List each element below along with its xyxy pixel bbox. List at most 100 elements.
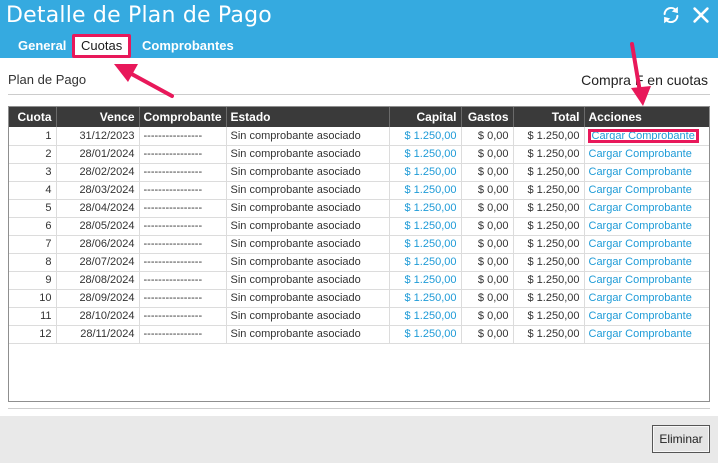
cell-comprobante: ---------------- [139, 181, 227, 200]
cell-gastos: $ 0,00 [461, 235, 514, 254]
cell-capital: $ 1.250,00 [389, 199, 462, 218]
cell-comprobante: ---------------- [139, 199, 227, 218]
cargar-comprobante-link[interactable]: Cargar Comprobante [589, 328, 692, 340]
tab-cuotas[interactable]: Cuotas [72, 34, 132, 58]
table-row: 5 28/04/2024 ---------------- Sin comproban… [9, 199, 709, 218]
cell-vence: 28/02/2024 [56, 163, 140, 182]
cell-vence: 31/12/2023 [56, 127, 140, 146]
table-row: 9 28/08/2024 ---------------- Sin comproban… [9, 271, 709, 290]
cell-cuota: 7 [9, 235, 57, 254]
cell-vence: 28/10/2024 [56, 307, 140, 326]
cell-capital: $ 1.250,00 [389, 163, 462, 182]
cell-total: $ 1.250,00 [513, 127, 585, 146]
table-row: 11 28/10/2024 ---------------- Sin comproba… [9, 307, 709, 326]
cell-total: $ 1.250,00 [513, 271, 585, 290]
cargar-comprobante-link[interactable]: Cargar Comprobante [589, 292, 692, 304]
cell-cuota: 10 [9, 289, 57, 308]
col-header-comprobante[interactable]: Comprobante [139, 107, 227, 127]
cell-total: $ 1.250,00 [513, 289, 585, 308]
cell-acciones: Cargar Comprobante [584, 325, 709, 344]
cuotas-table: Cuota Vence Comprobante Estado Capital G… [8, 106, 710, 402]
footer-bar [0, 416, 718, 463]
cell-cuota: 11 [9, 307, 57, 326]
cell-gastos: $ 0,00 [461, 181, 514, 200]
bottom-divider [8, 408, 710, 409]
cell-capital: $ 1.250,00 [389, 307, 462, 326]
cell-total: $ 1.250,00 [513, 235, 585, 254]
cell-vence: 28/05/2024 [56, 217, 140, 236]
cell-acciones: Cargar Comprobante [584, 307, 709, 326]
cell-acciones: Cargar Comprobante [584, 217, 709, 236]
cell-capital: $ 1.250,00 [389, 127, 462, 146]
close-icon[interactable] [690, 4, 712, 26]
cell-comprobante: ---------------- [139, 235, 227, 254]
cargar-comprobante-link[interactable]: Cargar Comprobante [589, 184, 692, 196]
col-header-capital[interactable]: Capital [389, 107, 462, 127]
cell-gastos: $ 0,00 [461, 127, 514, 146]
cell-vence: 28/04/2024 [56, 199, 140, 218]
cargar-comprobante-link[interactable]: Cargar Comprobante [589, 274, 692, 286]
section-label: Plan de Pago [8, 72, 87, 87]
cell-capital: $ 1.250,00 [389, 325, 462, 344]
table-row: 10 28/09/2024 ---------------- Sin comproba… [9, 289, 709, 308]
cell-acciones: Cargar Comprobante [584, 235, 709, 254]
cell-cuota: 5 [9, 199, 57, 218]
table-row: 8 28/07/2024 ---------------- Sin comproban… [9, 253, 709, 272]
delete-button[interactable]: Eliminar [652, 425, 710, 453]
cell-comprobante: ---------------- [139, 307, 227, 326]
cell-comprobante: ---------------- [139, 163, 227, 182]
col-header-total[interactable]: Total [513, 107, 585, 127]
cell-vence: 28/08/2024 [56, 271, 140, 290]
cargar-comprobante-link[interactable]: Cargar Comprobante [589, 310, 692, 322]
divider [8, 94, 710, 95]
cell-acciones: Cargar Comprobante [584, 289, 709, 308]
col-header-vence[interactable]: Vence [56, 107, 140, 127]
cell-gastos: $ 0,00 [461, 253, 514, 272]
cargar-comprobante-link[interactable]: Cargar Comprobante [589, 220, 692, 232]
cell-estado: Sin comprobante asociado [226, 289, 390, 308]
table-row: 6 28/05/2024 ---------------- Sin comproban… [9, 217, 709, 236]
col-header-gastos[interactable]: Gastos [461, 107, 514, 127]
cell-total: $ 1.250,00 [513, 217, 585, 236]
cell-comprobante: ---------------- [139, 217, 227, 236]
cell-total: $ 1.250,00 [513, 325, 585, 344]
cargar-comprobante-link[interactable]: Cargar Comprobante [589, 202, 692, 214]
cargar-comprobante-link[interactable]: Cargar Comprobante [589, 166, 692, 178]
cell-gastos: $ 0,00 [461, 217, 514, 236]
cell-acciones: Cargar Comprobante [584, 163, 709, 182]
cell-acciones: Cargar Comprobante [584, 181, 709, 200]
cell-cuota: 4 [9, 181, 57, 200]
cell-total: $ 1.250,00 [513, 199, 585, 218]
col-header-estado[interactable]: Estado [226, 107, 390, 127]
cell-estado: Sin comprobante asociado [226, 217, 390, 236]
window-title: Detalle de Plan de Pago [6, 3, 272, 28]
cell-estado: Sin comprobante asociado [226, 235, 390, 254]
cell-gastos: $ 0,00 [461, 145, 514, 164]
cell-acciones: Cargar Comprobante [584, 145, 709, 164]
cargar-comprobante-link[interactable]: Cargar Comprobante [587, 128, 699, 143]
refresh-icon[interactable] [660, 4, 682, 26]
cell-comprobante: ---------------- [139, 145, 227, 164]
cell-total: $ 1.250,00 [513, 181, 585, 200]
tab-comprobantes[interactable]: Comprobantes [142, 38, 234, 53]
table-row: 7 28/06/2024 ---------------- Sin comproban… [9, 235, 709, 254]
cell-acciones: Cargar Comprobante [584, 271, 709, 290]
cargar-comprobante-link[interactable]: Cargar Comprobante [589, 238, 692, 250]
cargar-comprobante-link[interactable]: Cargar Comprobante [589, 148, 692, 160]
cell-comprobante: ---------------- [139, 325, 227, 344]
cell-vence: 28/07/2024 [56, 253, 140, 272]
cell-estado: Sin comprobante asociado [226, 163, 390, 182]
tab-general[interactable]: General [18, 38, 66, 53]
table-row: 12 28/11/2024 ---------------- Sin comproba… [9, 325, 709, 344]
cell-gastos: $ 0,00 [461, 271, 514, 290]
cell-comprobante: ---------------- [139, 127, 227, 146]
cell-cuota: 8 [9, 253, 57, 272]
cargar-comprobante-link[interactable]: Cargar Comprobante [589, 256, 692, 268]
col-header-cuota[interactable]: Cuota [9, 107, 57, 127]
cell-cuota: 6 [9, 217, 57, 236]
cell-cuota: 9 [9, 271, 57, 290]
cell-total: $ 1.250,00 [513, 145, 585, 164]
cell-cuota: 12 [9, 325, 57, 344]
col-header-acciones: Acciones [584, 107, 709, 127]
cell-vence: 28/09/2024 [56, 289, 140, 308]
